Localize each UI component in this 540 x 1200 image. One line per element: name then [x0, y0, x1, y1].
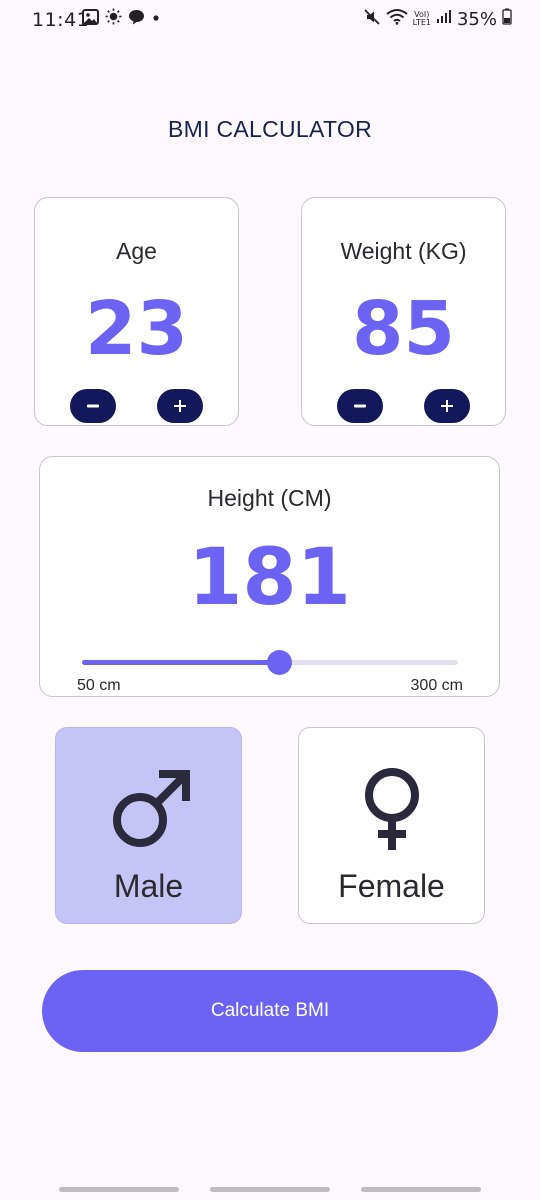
height-value: 181 — [188, 533, 351, 623]
height-min-label: 50 cm — [77, 677, 121, 694]
page-title: BMI CALCULATOR — [167, 116, 372, 142]
minus-icon — [87, 404, 99, 408]
dot-icon — [151, 10, 161, 28]
weight-value: 85 — [352, 286, 455, 372]
wifi-icon — [385, 8, 408, 30]
age-decrement-button[interactable] — [70, 389, 116, 423]
age-increment-button[interactable] — [157, 389, 203, 423]
weather-sun-icon — [105, 8, 122, 30]
status-left-icons — [82, 8, 161, 30]
plus-icon — [441, 400, 453, 412]
plus-icon — [174, 400, 186, 412]
female-card[interactable]: Female — [298, 727, 485, 924]
nav-home-button[interactable] — [210, 1187, 330, 1192]
battery-icon — [502, 8, 512, 30]
age-label: Age — [116, 238, 157, 264]
status-right-icons: VoI) LTE1 35% — [363, 8, 512, 31]
male-card[interactable]: Male — [55, 727, 242, 924]
weight-decrement-button[interactable] — [337, 389, 383, 423]
height-card: Height (CM) 181 50 cm 300 cm — [39, 456, 500, 697]
age-value: 23 — [85, 286, 188, 372]
nav-back-button[interactable] — [361, 1187, 481, 1192]
chat-bubble-icon — [128, 9, 145, 30]
mute-icon — [363, 8, 381, 31]
height-max-label: 300 cm — [410, 677, 463, 694]
age-card: Age 23 — [34, 197, 239, 426]
weight-label: Weight (KG) — [340, 238, 467, 264]
male-icon — [56, 766, 241, 856]
female-label: Female — [338, 868, 445, 904]
nav-recents-button[interactable] — [59, 1187, 179, 1192]
status-bar: 11:41 VoI) LTE1 35% — [0, 0, 540, 40]
lte-indicator: VoI) LTE1 — [413, 11, 431, 27]
minus-icon — [354, 404, 366, 408]
gallery-icon — [82, 8, 99, 30]
status-time: 11:41 — [32, 9, 90, 31]
calculate-bmi-button[interactable]: Calculate BMI — [42, 970, 498, 1052]
network-label: LTE1 — [412, 18, 431, 27]
height-label: Height (CM) — [207, 485, 332, 511]
height-slider[interactable] — [82, 650, 458, 675]
signal-icon — [436, 9, 452, 29]
weight-increment-button[interactable] — [424, 389, 470, 423]
height-slider-fill — [82, 660, 280, 665]
battery-percent: 35% — [456, 8, 497, 30]
female-icon — [299, 766, 484, 856]
weight-card: Weight (KG) 85 — [301, 197, 506, 426]
height-slider-thumb[interactable] — [267, 650, 293, 675]
male-label: Male — [113, 868, 184, 904]
